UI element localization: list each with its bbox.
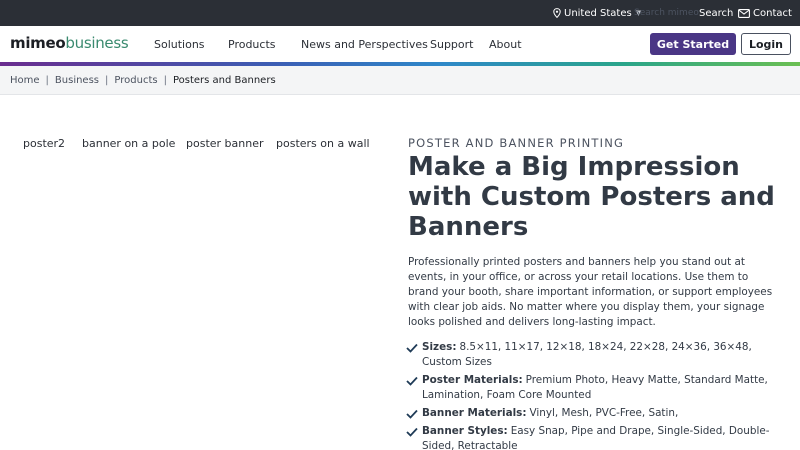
search-input[interactable]: Search mimeo [634,0,699,26]
breadcrumb-separator: | [163,74,167,86]
checkmark-icon [406,343,418,353]
main-nav: mimeobusiness Solutions Products News an… [0,26,800,62]
location-pin-icon [553,8,561,18]
image-tab-poster-banner[interactable]: poster banner [186,137,264,150]
breadcrumb: Home | Business | Products | Posters and… [0,66,800,95]
region-label: United States [564,7,632,19]
nav-item-products[interactable]: Products [228,26,276,62]
feature-list: Sizes: 8.5×11, 11×17, 12×18, 18×24, 22×28… [406,340,790,450]
nav-item-solutions[interactable]: Solutions [154,26,205,62]
page-title: Make a Big Impression with Custom Poster… [408,152,775,242]
feature-item-sizes: Sizes: 8.5×11, 11×17, 12×18, 18×24, 22×28… [406,340,790,370]
feature-label: Sizes: [422,341,457,353]
login-button[interactable]: Login [741,33,791,55]
intro-paragraph: Professionally printed posters and banne… [408,256,773,328]
section-eyebrow: POSTER AND BANNER PRINTING [408,136,625,150]
image-tab-posters-on-a-wall[interactable]: posters on a wall [276,137,370,150]
image-tab-banner-on-a-pole[interactable]: banner on a pole [82,137,175,150]
breadcrumb-separator: | [105,74,109,86]
mimeo-business-logo[interactable]: mimeobusiness [10,34,129,52]
image-tab-poster2[interactable]: poster2 [23,137,65,150]
nav-item-support[interactable]: Support [430,26,473,62]
breadcrumb-current-page: Posters and Banners [172,74,276,86]
feature-text: 8.5×11, 11×17, 12×18, 18×24, 22×28, 24×3… [422,341,752,368]
feature-text: Vinyl, Mesh, PVC-Free, Satin, [529,407,679,419]
feature-label: Banner Styles: [422,425,508,437]
feature-item-banner-styles: Banner Styles: Easy Snap, Pipe and Drape,… [406,424,790,450]
feature-label: Poster Materials: [422,374,523,386]
feature-label: Banner Materials: [422,407,527,419]
breadcrumb-business[interactable]: Business [55,75,99,86]
nav-item-news-and-perspectives[interactable]: News and Perspectives [301,26,428,62]
region-selector[interactable]: United States ▼ [553,0,641,26]
contact-link[interactable]: Contact [738,0,792,26]
utility-bar: United States ▼ Search mimeo Search Cont… [0,0,800,26]
logo-part-business: business [65,34,129,52]
search-button[interactable]: Search [699,0,733,26]
mail-icon [738,8,750,18]
logo-part-mimeo: mimeo [10,34,66,52]
feature-item-banner-materials: Banner Materials: Vinyl, Mesh, PVC-Free, … [406,406,790,421]
checkmark-icon [406,427,418,437]
checkmark-icon [406,376,418,386]
breadcrumb-home[interactable]: Home [10,75,40,86]
contact-label: Contact [753,7,792,19]
get-started-button[interactable]: Get Started [650,33,736,55]
breadcrumb-separator: | [45,74,49,86]
breadcrumb-products[interactable]: Products [114,75,157,86]
nav-item-about[interactable]: About [489,26,522,62]
feature-item-poster-materials: Poster Materials: Premium Photo, Heavy Ma… [406,373,790,403]
checkmark-icon [406,409,418,419]
